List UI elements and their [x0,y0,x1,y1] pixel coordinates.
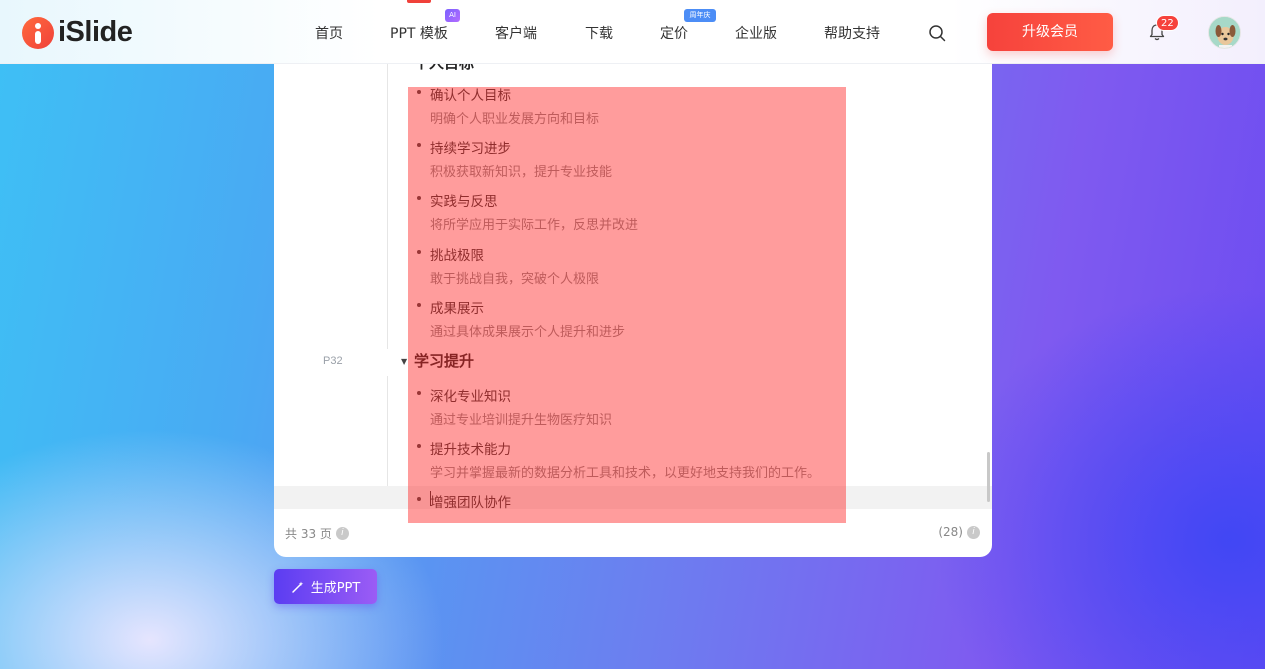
item-count: (28) i [938,525,980,539]
section-heading-partial: 个人目标 [414,64,474,73]
magic-wand-icon [291,581,303,593]
anniversary-badge: 周年庆 [684,9,716,22]
outline-editor-card: 个人目标 确认个人目标 明确个人职业发展方向和目标 持续学习进步 积极获取新知识… [274,64,992,557]
item-count-text: (28) [938,525,963,539]
nav-client[interactable]: 客户端 [495,23,537,43]
outline-guide-line [387,64,388,349]
info-icon[interactable]: i [967,525,980,539]
notification-count-badge: 22 [1156,15,1179,31]
generate-ppt-label: 生成PPT [310,581,361,596]
nav-home[interactable]: 首页 [315,23,343,43]
nav-help-support[interactable]: 帮助支持 [824,23,880,43]
ai-badge: AI [445,9,460,22]
brand-name: iSlide [58,16,133,48]
upgrade-membership-button[interactable]: 升级会员 [987,13,1113,51]
info-icon[interactable]: i [335,527,349,540]
logo[interactable]: iSlide [22,16,133,49]
collapse-caret-icon[interactable]: ▼ [401,357,407,366]
avatar[interactable] [1208,16,1241,49]
active-nav-indicator [407,0,431,3]
page-label: P32 [323,355,343,367]
highlight-overlay [408,87,846,523]
nav-enterprise[interactable]: 企业版 [735,23,777,43]
islide-logo-icon [22,16,54,49]
generate-ppt-button[interactable]: 生成PPT [274,569,377,604]
nav-pricing[interactable]: 定价 [660,23,688,43]
avatar-dog-icon [1209,17,1240,48]
top-nav-bar: iSlide 首页 PPT 模板 AI 客户端 下载 定价 周年庆 企业版 帮助… [0,0,1265,64]
total-pages-text: 共 33 页 [285,527,332,541]
search-icon[interactable] [928,24,946,42]
scrollbar[interactable] [987,452,990,502]
total-pages: 共 33 页 i [285,525,349,542]
nav-ppt-templates[interactable]: PPT 模板 [390,23,448,43]
nav-download[interactable]: 下载 [585,23,613,43]
